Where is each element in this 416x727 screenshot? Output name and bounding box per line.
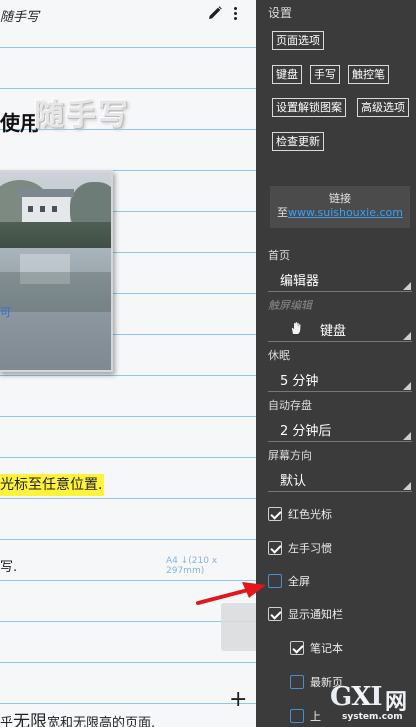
fullscreen-label: 全屏 bbox=[288, 575, 310, 588]
orientation-dropdown[interactable]: 默认 bbox=[268, 466, 412, 492]
checkbox-checked-icon bbox=[268, 541, 282, 555]
pencil-icon[interactable] bbox=[207, 5, 223, 21]
dropdown-arrow-icon bbox=[403, 382, 411, 390]
settings-drawer: 设置 页面选项 键盘 手写 触控笔 设置解锁图案 高级选项 检查更新 链接 至w… bbox=[256, 0, 416, 727]
checkbox-checked-icon bbox=[290, 641, 304, 655]
watermark-letters: GXI bbox=[330, 682, 383, 712]
drawer-drag-handle[interactable] bbox=[221, 603, 256, 651]
touch-edit-dropdown[interactable]: 键盘 bbox=[268, 316, 412, 342]
orientation-value: 默认 bbox=[280, 474, 307, 489]
annotation-arrow-icon bbox=[196, 582, 266, 605]
checkbox-unchecked-icon bbox=[290, 675, 304, 689]
link-url[interactable]: www.suishouxie.com bbox=[288, 206, 403, 219]
sleep-label: 休眠 bbox=[268, 349, 290, 362]
dropdown-arrow-icon bbox=[403, 432, 411, 440]
autosave-dropdown[interactable]: 2 分钟后 bbox=[268, 416, 412, 442]
home-value: 编辑器 bbox=[280, 274, 320, 289]
page-options-button[interactable]: 页面选项 bbox=[272, 31, 324, 50]
home-label: 首页 bbox=[268, 249, 290, 262]
settings-heading: 设置 bbox=[268, 6, 293, 20]
bottom-text-suffix: 宽和无限高的页面. bbox=[47, 716, 156, 727]
home-dropdown[interactable]: 编辑器 bbox=[268, 266, 412, 292]
touch-edit-label: 触屏编辑 bbox=[268, 299, 312, 312]
notification-bar-label: 显示通知栏 bbox=[288, 608, 343, 621]
checkbox-unchecked-icon bbox=[268, 574, 282, 588]
advanced-options-button[interactable]: 高级选项 bbox=[357, 98, 409, 117]
body-text-line: 写. bbox=[0, 560, 18, 575]
dropdown-arrow-icon bbox=[403, 332, 411, 340]
notebook-label: 笔记本 bbox=[310, 642, 343, 655]
app-logo: 随手写 bbox=[34, 98, 130, 133]
dropdown-arrow-icon bbox=[403, 482, 411, 490]
red-cursor-label: 红色光标 bbox=[288, 508, 332, 521]
orientation-label: 屏幕方向 bbox=[268, 449, 312, 462]
left-handed-checkbox[interactable]: 左手习惯 bbox=[268, 540, 332, 556]
check-update-button[interactable]: 检查更新 bbox=[272, 132, 324, 151]
page-size-label: A4 ↓(210 x 297mm) bbox=[166, 556, 218, 576]
bottom-text-prefix: 乎 bbox=[0, 716, 14, 727]
photo-hint-text: 可 bbox=[0, 306, 11, 319]
add-icon[interactable]: + bbox=[229, 689, 247, 712]
notebook-page[interactable]: 随手写 使用 随手写 可 光标至任意位置. 写. A4 ↓(210 x 297m… bbox=[0, 0, 256, 727]
autosave-value: 2 分钟后 bbox=[280, 424, 332, 439]
keyboard-button[interactable]: 键盘 bbox=[272, 65, 302, 84]
website-link[interactable]: 链接 至www.suishouxie.com bbox=[270, 186, 410, 228]
notebook-checkbox[interactable]: 笔记本 bbox=[290, 640, 343, 656]
bottom-text-line: 乎无限宽和无限高的页面. bbox=[0, 707, 155, 727]
fullscreen-checkbox[interactable]: 全屏 bbox=[268, 573, 310, 589]
link-prefix: 至 bbox=[277, 206, 289, 219]
app-root: 随手写 使用 随手写 可 光标至任意位置. 写. A4 ↓(210 x 297m… bbox=[0, 0, 416, 727]
sleep-dropdown[interactable]: 5 分钟 bbox=[268, 366, 412, 392]
touch-edit-value: 键盘 bbox=[320, 324, 347, 339]
sleep-value: 5 分钟 bbox=[280, 374, 319, 389]
handwriting-button[interactable]: 手写 bbox=[310, 65, 340, 84]
hand-icon bbox=[290, 321, 304, 339]
watermark-logo: GXI 网 system.com bbox=[330, 682, 416, 727]
highlighted-text: 光标至任意位置. bbox=[0, 474, 105, 496]
document-title: 随手写 bbox=[0, 10, 40, 25]
left-handed-label: 左手习惯 bbox=[288, 542, 332, 555]
watermark-site: system.com bbox=[342, 712, 403, 722]
dropdown-arrow-icon bbox=[403, 282, 411, 290]
unlock-pattern-button[interactable]: 设置解锁图案 bbox=[272, 98, 346, 117]
red-cursor-checkbox[interactable]: 红色光标 bbox=[268, 506, 332, 522]
touch-pen-button[interactable]: 触控笔 bbox=[348, 65, 389, 84]
checkbox-checked-icon bbox=[268, 607, 282, 621]
notification-bar-checkbox[interactable]: 显示通知栏 bbox=[268, 606, 343, 622]
autosave-label: 自动存盘 bbox=[268, 399, 312, 412]
prev-page-checkbox[interactable]: 上 bbox=[290, 708, 321, 724]
bottom-text-emphasis: 无限 bbox=[13, 712, 48, 727]
link-title: 链接 bbox=[329, 192, 351, 205]
overflow-menu-icon[interactable] bbox=[228, 4, 242, 22]
checkbox-checked-icon bbox=[268, 507, 282, 521]
inserted-photo[interactable]: 可 bbox=[0, 170, 113, 372]
prev-page-label: 上 bbox=[310, 710, 321, 723]
checkbox-unchecked-icon bbox=[290, 709, 304, 723]
